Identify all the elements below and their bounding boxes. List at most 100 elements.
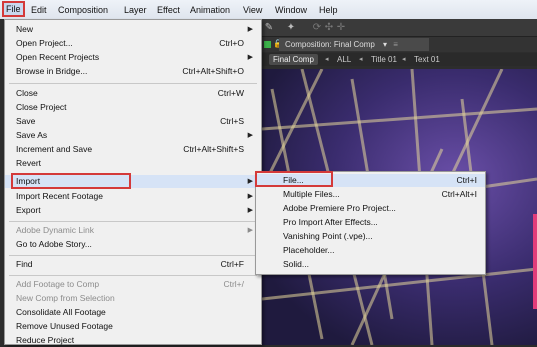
menu-edit[interactable]: Edit: [28, 3, 50, 17]
menu-effect[interactable]: Effect: [154, 3, 183, 17]
menu-view[interactable]: View: [240, 3, 265, 17]
submenu-item-pro-import-after-effects[interactable]: Pro Import After Effects...: [256, 216, 485, 229]
submenu-item-label: Pro Import After Effects...: [283, 217, 378, 227]
breadcrumb-final-comp[interactable]: Final Comp: [269, 54, 318, 65]
menu-item-label: Open Recent Projects: [16, 52, 100, 62]
menu-item-label: Consolidate All Footage: [16, 307, 106, 317]
menu-item-increment-and-save[interactable]: Increment and Save Ctrl+Alt+Shift+S: [5, 143, 261, 156]
submenu-item-label: Placeholder...: [283, 245, 335, 255]
tools-panel: ✎ ✦ ⟳ ✣ ✛: [255, 19, 537, 37]
menu-item-new[interactable]: New ▶: [5, 23, 261, 36]
menu-item-shortcut: Ctrl+/: [223, 279, 244, 289]
menu-item-new-comp-from-selection: New Comp from Selection: [5, 292, 261, 305]
menu-item-open-project[interactable]: Open Project... Ctrl+O: [5, 37, 261, 50]
rotate-tool-icon[interactable]: ⟳: [311, 22, 323, 33]
menu-item-shortcut: Ctrl+W: [217, 88, 244, 98]
submenu-arrow-icon: ▶: [247, 227, 253, 234]
file-menu: New ▶ Open Project... Ctrl+O Open Recent…: [4, 19, 262, 345]
menu-item-label: Add Footage to Comp: [16, 279, 100, 289]
submenu-arrow-icon: ▶: [247, 207, 253, 214]
menu-item-close[interactable]: Close Ctrl+W: [5, 87, 261, 100]
menu-item-open-recent-projects[interactable]: Open Recent Projects ▶: [5, 51, 261, 64]
pin-tool-icon[interactable]: ✦: [285, 22, 297, 33]
menu-item-label: Browse in Bridge...: [16, 66, 88, 76]
menu-item-label: Increment and Save: [16, 144, 93, 154]
menu-item-go-to-adobe-story[interactable]: Go to Adobe Story...: [5, 238, 261, 251]
submenu-item-shortcut: Ctrl+Alt+I: [441, 189, 477, 199]
menu-window[interactable]: Window: [272, 3, 310, 17]
import-highlight-box: [11, 173, 131, 189]
menu-item-label: Adobe Dynamic Link: [16, 225, 94, 235]
menu-layer[interactable]: Layer: [121, 3, 150, 17]
submenu-item-multiple-files[interactable]: Multiple Files... Ctrl+Alt+I: [256, 188, 485, 201]
axis-tool-icon[interactable]: ✛: [335, 22, 347, 33]
menu-item-shortcut: Ctrl+F: [220, 259, 244, 269]
submenu-arrow-icon: ▶: [247, 178, 253, 185]
menu-item-revert[interactable]: Revert: [5, 157, 261, 170]
tab-composition-label: Composition: Final Comp: [285, 40, 375, 49]
tab-menu-icon[interactable]: ▾: [383, 40, 387, 49]
breadcrumb-all[interactable]: ALL: [333, 54, 355, 65]
menu-item-find[interactable]: Find Ctrl+F: [5, 258, 261, 271]
menu-item-save[interactable]: Save Ctrl+S: [5, 115, 261, 128]
breadcrumb-separator-icon: ◂: [325, 56, 329, 63]
menu-item-label: Open Project...: [16, 38, 73, 48]
menu-item-label: Close: [16, 88, 38, 98]
file-highlight-box: [255, 171, 333, 187]
submenu-item-placeholder[interactable]: Placeholder...: [256, 244, 485, 257]
menu-item-save-as[interactable]: Save As ▶: [5, 129, 261, 142]
menu-item-shortcut: Ctrl+S: [220, 116, 244, 126]
submenu-arrow-icon: ▶: [247, 26, 253, 33]
menu-item-export[interactable]: Export ▶: [5, 204, 261, 217]
submenu-arrow-icon: ▶: [247, 193, 253, 200]
menu-item-label: Reduce Project: [16, 335, 75, 345]
menu-separator: [9, 221, 257, 222]
menu-item-reduce-project[interactable]: Reduce Project: [5, 334, 261, 347]
submenu-item-label: Vanishing Point (.vpe)...: [283, 231, 373, 241]
menu-item-label: Save As: [16, 130, 48, 140]
breadcrumb-separator-icon: ◂: [359, 56, 363, 63]
submenu-item-shortcut: Ctrl+I: [456, 175, 477, 185]
menu-item-label: Import Recent Footage: [16, 191, 103, 201]
tab-close-icon[interactable]: ≡: [393, 40, 398, 49]
menu-item-add-footage-to-comp: Add Footage to Comp Ctrl+/: [5, 278, 261, 291]
submenu-item-premiere-pro-project[interactable]: Adobe Premiere Pro Project...: [256, 202, 485, 215]
menu-item-browse-in-bridge[interactable]: Browse in Bridge... Ctrl+Alt+Shift+O: [5, 65, 261, 78]
move-tool-icon[interactable]: ✣: [323, 22, 335, 33]
menu-separator: [9, 275, 257, 276]
menu-item-shortcut: Ctrl+O: [219, 38, 244, 48]
menu-help[interactable]: Help: [316, 3, 341, 17]
menu-item-consolidate-all-footage[interactable]: Consolidate All Footage: [5, 306, 261, 319]
menu-animation[interactable]: Animation: [187, 3, 233, 17]
menu-item-remove-unused-footage[interactable]: Remove Unused Footage: [5, 320, 261, 333]
menu-item-label: Close Project: [16, 102, 67, 112]
submenu-item-label: Solid...: [283, 259, 309, 269]
breadcrumb-text-01[interactable]: Text 01: [410, 54, 444, 65]
submenu-arrow-icon: ▶: [247, 132, 253, 139]
tab-composition[interactable]: Composition: Final Comp ▾ ≡: [279, 38, 429, 51]
menu-item-label: Find: [16, 259, 33, 269]
submenu-arrow-icon: ▶: [247, 54, 253, 61]
submenu-item-label: Adobe Premiere Pro Project...: [283, 203, 396, 213]
breadcrumb: Final Comp ◂ ALL ◂ Title 01 ◂ Text 01: [255, 53, 537, 66]
menu-item-import-recent-footage[interactable]: Import Recent Footage ▶: [5, 190, 261, 203]
panel-color-label-icon: [264, 41, 271, 48]
breadcrumb-title-01[interactable]: Title 01: [367, 54, 401, 65]
menu-item-adobe-dynamic-link: Adobe Dynamic Link ▶: [5, 224, 261, 237]
menu-item-close-project[interactable]: Close Project: [5, 101, 261, 114]
menu-composition[interactable]: Composition: [55, 3, 111, 17]
submenu-item-solid[interactable]: Solid...: [256, 258, 485, 271]
submenu-item-vanishing-point[interactable]: Vanishing Point (.vpe)...: [256, 230, 485, 243]
pen-tool-icon[interactable]: ✎: [263, 22, 275, 33]
menu-item-shortcut: Ctrl+Alt+Shift+O: [182, 66, 244, 76]
submenu-item-label: Multiple Files...: [283, 189, 340, 199]
menu-file[interactable]: File: [2, 1, 25, 17]
menu-item-label: Remove Unused Footage: [16, 321, 113, 331]
menu-separator: [9, 83, 257, 84]
menu-bar: File Edit Composition Layer Effect Anima…: [0, 0, 537, 20]
menu-separator: [9, 255, 257, 256]
menu-item-label: Revert: [16, 158, 42, 168]
menu-item-label: Export: [16, 205, 41, 215]
menu-item-label: New Comp from Selection: [16, 293, 115, 303]
menu-item-label: Go to Adobe Story...: [16, 239, 92, 249]
